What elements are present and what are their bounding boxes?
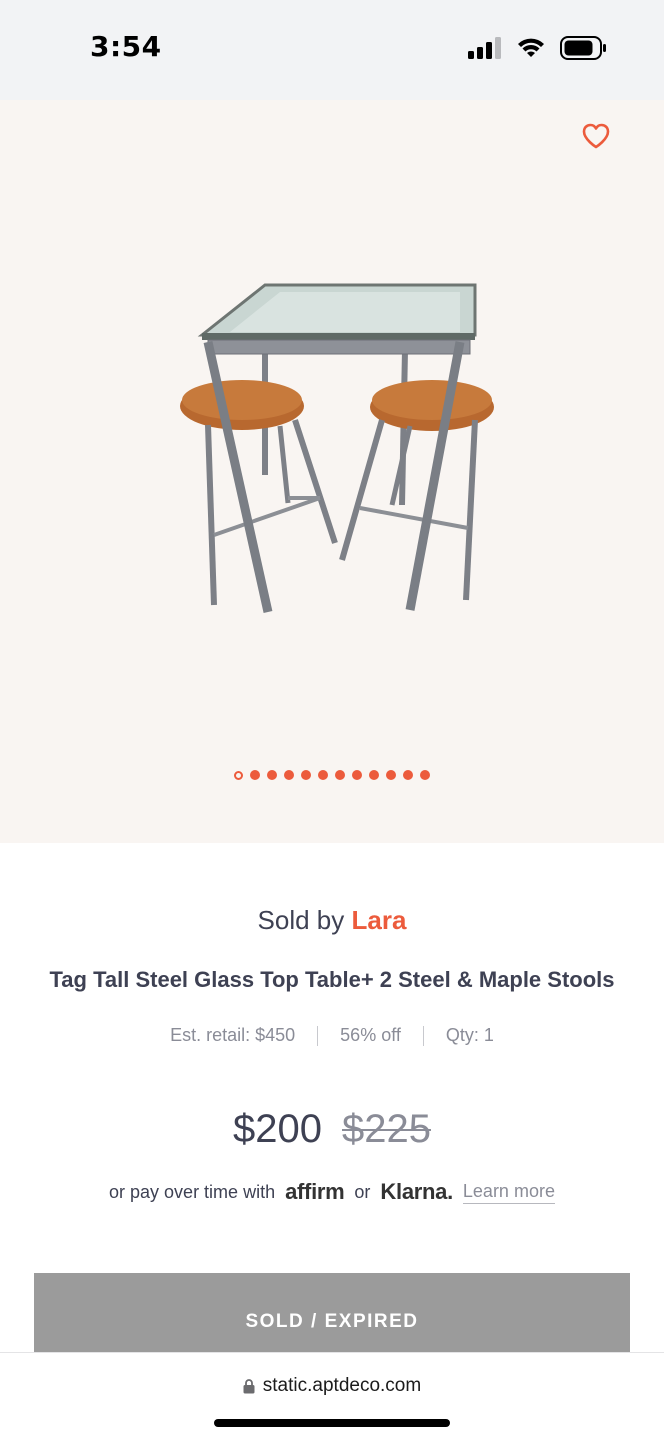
product-title: Tag Tall Steel Glass Top Table+ 2 Steel … [49,967,615,992]
status-bar: 3:54 [0,0,664,100]
gallery-dot[interactable] [420,770,430,780]
est-retail: Est. retail: $450 [170,1025,296,1045]
gallery-dot[interactable] [301,770,311,780]
product-gallery[interactable] [0,100,664,843]
wifi-icon [518,38,544,57]
url-field[interactable]: static.aptdeco.com [0,1375,664,1397]
current-price: $200 [233,1107,322,1151]
product-meta: Est. retail: $450 56% off Qty: 1 [0,1025,664,1046]
discount: 56% off [340,1025,401,1045]
gallery-dot[interactable] [386,770,396,780]
home-indicator[interactable] [214,1419,450,1427]
meta-divider [317,1025,319,1046]
heart-outline-icon[interactable] [580,120,612,152]
gallery-dot[interactable] [250,770,260,780]
status-icons [468,36,608,60]
original-price: $225 [342,1107,431,1151]
gallery-pagination[interactable] [0,770,664,780]
financing-options: or pay over time with affirm or Klarna. … [0,1179,664,1205]
status-time: 3:54 [90,30,162,63]
sold-by-prefix: Sold by [257,905,345,935]
url-text: static.aptdeco.com [262,1375,422,1396]
quantity: Qty: 1 [445,1025,494,1045]
learn-more-link[interactable]: Learn more [462,1181,555,1204]
gallery-dot[interactable] [267,770,277,780]
gallery-dot[interactable] [335,770,345,780]
cellular-signal-icon [468,37,501,59]
gallery-dot[interactable] [284,770,294,780]
finance-prefix: or pay over time with [109,1181,276,1202]
gallery-dot[interactable] [403,770,413,780]
seller-link[interactable]: Lara [352,905,407,935]
sold-by: Sold by Lara [0,905,664,936]
price-row: $200 $225 [0,1107,664,1152]
sold-expired-button[interactable]: SOLD / EXPIRED [34,1273,630,1363]
browser-url-bar: static.aptdeco.com [0,1352,664,1440]
gallery-dot[interactable] [352,770,362,780]
gallery-dot[interactable] [234,770,243,780]
lock-icon [243,1378,255,1393]
finance-or: or [354,1181,371,1202]
meta-divider [422,1025,424,1046]
affirm-logo: affirm [285,1179,345,1204]
battery-icon [560,36,606,60]
klarna-logo: Klarna. [380,1179,453,1204]
gallery-dot[interactable] [318,770,328,780]
product-page: 3:54 Sold by Lara Tag Tall Steel Glass T… [0,0,664,1440]
product-image[interactable] [170,270,500,620]
gallery-dot[interactable] [369,770,379,780]
